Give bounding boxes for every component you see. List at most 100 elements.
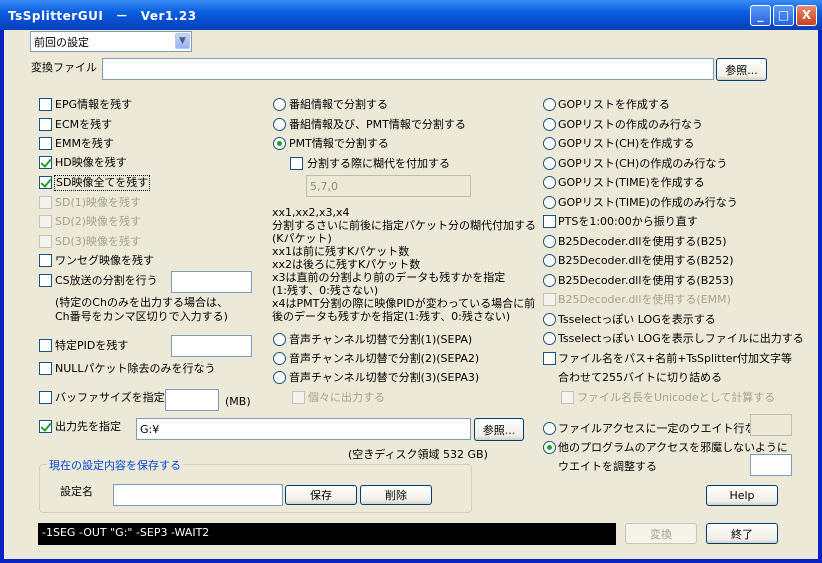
truncate-filename-label-1: ファイル名をパス+名前+TsSplitter付加文字等 bbox=[558, 352, 793, 365]
cs-split-checkbox[interactable] bbox=[39, 274, 52, 287]
sd2-checkbox[interactable] bbox=[39, 215, 52, 228]
exit-button[interactable]: 終了 bbox=[706, 523, 778, 544]
sepa2-radio[interactable] bbox=[273, 352, 286, 365]
margin-input[interactable] bbox=[306, 175, 471, 197]
buffer-size-input[interactable] bbox=[165, 389, 219, 411]
split-program-pmt-radio[interactable] bbox=[273, 118, 286, 131]
input-file-browse-button[interactable]: 参照... bbox=[716, 58, 767, 81]
wait-fixed-value[interactable] bbox=[751, 415, 791, 435]
b252-radio[interactable] bbox=[543, 254, 556, 267]
maximize-button[interactable]: □ bbox=[773, 5, 794, 26]
output-dir-field[interactable] bbox=[136, 418, 471, 440]
split-program-radio[interactable] bbox=[273, 98, 286, 111]
null-packet-checkbox[interactable] bbox=[39, 362, 52, 375]
oneseg-checkbox[interactable] bbox=[39, 254, 52, 267]
gop-time-only-radio[interactable] bbox=[543, 196, 556, 209]
preset-name-value[interactable] bbox=[114, 485, 282, 505]
cs-note-line-1: (特定のChのみを出力する場合は、 bbox=[55, 296, 228, 309]
ecm-checkbox[interactable] bbox=[39, 118, 52, 131]
hd-label: HD映像を残す bbox=[55, 156, 127, 169]
buffer-size-checkbox[interactable] bbox=[39, 391, 52, 404]
truncate-filename-checkbox[interactable] bbox=[543, 352, 556, 365]
client-area: 前回の設定 ▼ 変換ファイル 参照... EPG情報を残す ECMを残す EMM… bbox=[4, 30, 818, 559]
preset-name-field[interactable] bbox=[113, 484, 283, 506]
sd-all-checkbox[interactable] bbox=[39, 176, 52, 189]
add-margin-label: 分割する際に糊代を付加する bbox=[307, 157, 450, 170]
b253-radio[interactable] bbox=[543, 274, 556, 287]
sepa3-radio[interactable] bbox=[273, 371, 286, 384]
pts-reset-checkbox[interactable] bbox=[543, 215, 556, 228]
gop-time-radio[interactable] bbox=[543, 176, 556, 189]
cs-channel-value[interactable] bbox=[172, 272, 251, 292]
margin-help-line-4: xx1は前に残すKパケット数 bbox=[272, 245, 410, 258]
sepa1-radio[interactable] bbox=[273, 333, 286, 346]
wait-fixed-input[interactable] bbox=[750, 414, 792, 436]
buffer-size-label: バッファサイズを指定 bbox=[55, 391, 165, 404]
sd-all-label: SD映像全てを残す bbox=[54, 175, 151, 191]
hd-checkbox[interactable] bbox=[39, 156, 52, 169]
wait-adjust-radio[interactable] bbox=[543, 441, 556, 454]
wait-fixed-radio[interactable] bbox=[543, 422, 556, 435]
input-file-field[interactable] bbox=[102, 58, 714, 80]
save-preset-button[interactable]: 保存 bbox=[285, 485, 357, 505]
ecm-label: ECMを残す bbox=[55, 118, 113, 131]
b252-label: B25Decoder.dllを使用する(B252) bbox=[558, 254, 734, 267]
wait-adjust-value[interactable] bbox=[751, 455, 791, 475]
margin-help-line-6: x3は直前の分割より前のデータも残すかを指定 bbox=[272, 271, 506, 284]
gop-ch-label: GOPリスト(CH)を作成する bbox=[558, 137, 695, 150]
input-file-label: 変換ファイル bbox=[31, 61, 97, 74]
buffer-size-value[interactable] bbox=[166, 390, 218, 410]
split-pmt-radio[interactable] bbox=[273, 137, 286, 150]
wait-adjust-input[interactable] bbox=[750, 454, 792, 476]
pid-label: 特定PIDを残す bbox=[55, 339, 129, 352]
margin-help-line-3: (Kパケット) bbox=[272, 232, 332, 245]
buffer-size-unit: (MB) bbox=[225, 395, 251, 408]
margin-help-line-9: 後のデータも残すかを指定(1:残す、0:残さない) bbox=[272, 310, 511, 323]
sepa3-label: 音声チャンネル切替で分割(3)(SEPA3) bbox=[289, 371, 480, 384]
pid-checkbox[interactable] bbox=[39, 339, 52, 352]
pid-value[interactable] bbox=[172, 336, 251, 356]
gop-only-label: GOPリストの作成のみ行なう bbox=[558, 118, 703, 131]
minimize-button[interactable]: _ bbox=[750, 5, 771, 26]
truncate-filename-label-2: 合わせて255バイトに切り詰める bbox=[558, 371, 722, 384]
chevron-down-icon[interactable]: ▼ bbox=[175, 33, 190, 49]
gop-ch-only-label: GOPリスト(CH)の作成のみ行なう bbox=[558, 157, 728, 170]
output-dir-checkbox[interactable] bbox=[39, 420, 52, 433]
close-button[interactable]: X bbox=[796, 5, 817, 26]
sepa2-label: 音声チャンネル切替で分割(2)(SEPA2) bbox=[289, 352, 480, 365]
emm-checkbox[interactable] bbox=[39, 137, 52, 150]
log-file-radio[interactable] bbox=[543, 332, 556, 345]
convert-button[interactable]: 変換 bbox=[625, 523, 697, 544]
gop-ch-only-radio[interactable] bbox=[543, 157, 556, 170]
sd1-checkbox[interactable] bbox=[39, 196, 52, 209]
individual-output-checkbox[interactable] bbox=[292, 391, 305, 404]
delete-preset-button[interactable]: 削除 bbox=[360, 485, 432, 505]
gop-ch-radio[interactable] bbox=[543, 137, 556, 150]
title-bar[interactable]: TsSplitterGUI － Ver1.23 _ □ X bbox=[0, 0, 822, 30]
gop-only-radio[interactable] bbox=[543, 118, 556, 131]
sd3-checkbox[interactable] bbox=[39, 235, 52, 248]
unicode-length-checkbox[interactable] bbox=[561, 391, 574, 404]
output-dir-browse-button[interactable]: 参照... bbox=[474, 418, 524, 441]
epg-checkbox[interactable] bbox=[39, 98, 52, 111]
log-show-radio[interactable] bbox=[543, 313, 556, 326]
command-line-display: -1SEG -OUT "G:" -SEP3 -WAIT2 bbox=[38, 523, 616, 545]
cs-channel-input[interactable] bbox=[171, 271, 252, 293]
gop-label: GOPリストを作成する bbox=[558, 98, 670, 111]
add-margin-checkbox[interactable] bbox=[290, 157, 303, 170]
gop-radio[interactable] bbox=[543, 98, 556, 111]
split-program-label: 番組情報で分割する bbox=[289, 98, 388, 111]
individual-output-label: 個々に出力する bbox=[308, 391, 385, 404]
help-button[interactable]: Help bbox=[706, 485, 778, 506]
preset-dropdown[interactable]: 前回の設定 ▼ bbox=[30, 31, 192, 52]
b25-emm-checkbox[interactable] bbox=[543, 293, 556, 306]
wait-fixed-label: ファイルアクセスに一定のウエイト行なう bbox=[558, 422, 767, 435]
output-dir-label: 出力先を指定 bbox=[55, 420, 121, 433]
output-dir-value[interactable] bbox=[137, 419, 470, 439]
gop-time-only-label: GOPリスト(TIME)の作成のみ行なう bbox=[558, 196, 738, 209]
input-file-value[interactable] bbox=[103, 59, 713, 79]
sd1-label: SD(1)映像を残す bbox=[55, 196, 142, 209]
b25-radio[interactable] bbox=[543, 235, 556, 248]
pid-input[interactable] bbox=[171, 335, 252, 357]
margin-value[interactable] bbox=[307, 176, 470, 196]
